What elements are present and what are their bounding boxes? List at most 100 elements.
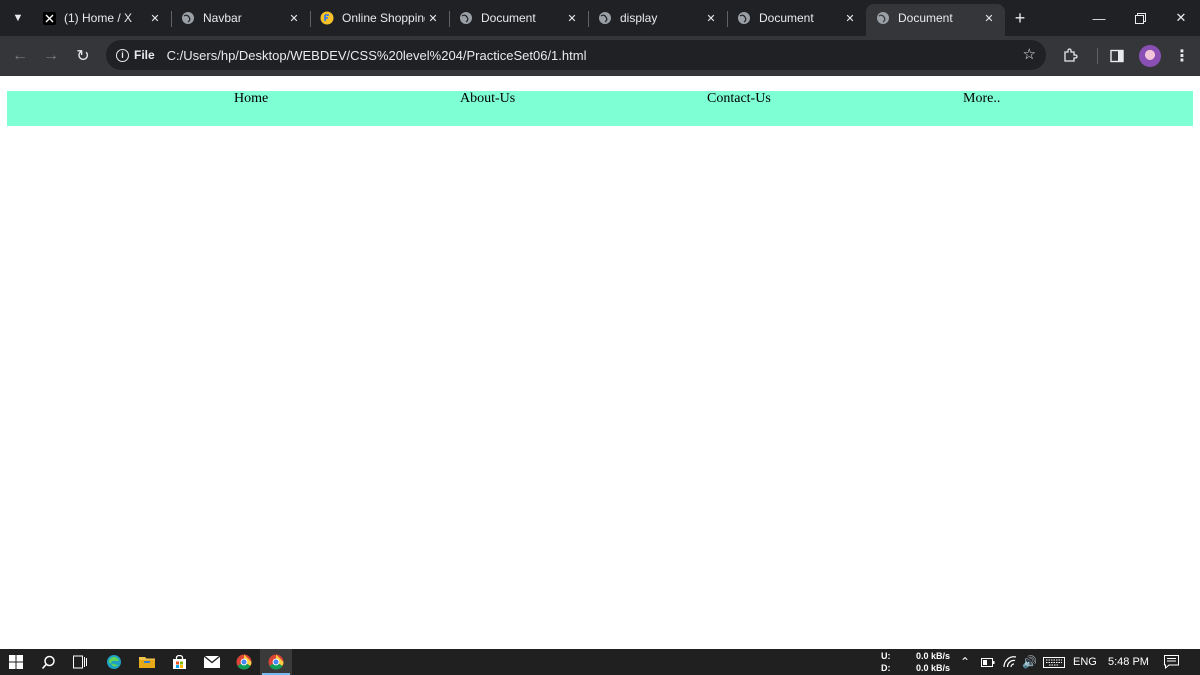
close-icon[interactable]: ✕ <box>842 10 858 26</box>
chevron-up-icon: ⌃ <box>960 655 971 669</box>
browser-tab[interactable]: Document ✕ <box>449 4 588 32</box>
close-icon[interactable]: ✕ <box>425 10 441 26</box>
chrome-icon <box>236 654 252 670</box>
browser-tab[interactable]: (1) Home / X ✕ <box>32 4 171 32</box>
minimize-icon: — <box>1092 10 1106 26</box>
windows-logo-icon <box>9 655 23 669</box>
menu-button[interactable]: ⋮ <box>1168 42 1196 70</box>
net-meter-labels: U: D: <box>881 650 891 674</box>
reload-icon: ↻ <box>76 48 90 65</box>
restore-button[interactable] <box>1117 0 1163 36</box>
windows-taskbar: U: D: 0.0 kB/s 0.0 kB/s ⌃ 🔊 ENG 5:48 PM <box>0 649 1200 675</box>
nav-link-about-us[interactable]: About-Us <box>460 91 515 107</box>
mail-taskbar-icon[interactable] <box>202 652 222 672</box>
back-button[interactable]: ← <box>6 42 34 70</box>
start-button[interactable] <box>6 652 26 672</box>
tab-title: Navbar <box>203 11 242 25</box>
flipkart-icon <box>320 11 334 25</box>
page-viewport: Home About-Us Contact-Us More.. <box>0 76 1200 649</box>
tab-strip: ▼ (1) Home / X ✕ Navbar ✕ Online Shoppin… <box>0 0 1200 36</box>
tab-title: Document <box>481 11 536 25</box>
clock[interactable]: 5:48 PM <box>1108 649 1149 675</box>
x-logo-icon <box>42 11 56 25</box>
side-panel-icon <box>1110 49 1124 63</box>
navbar: Home About-Us Contact-Us More.. <box>7 91 1193 126</box>
tab-search-button[interactable]: ▼ <box>6 6 30 30</box>
address-bar[interactable]: i File C:/Users/hp/Desktop/WEBDEV/CSS%20… <box>106 40 1046 70</box>
chrome-taskbar-icon-active[interactable] <box>266 652 286 672</box>
close-window-button[interactable]: ✕ <box>1158 0 1200 36</box>
close-icon: ✕ <box>1175 10 1187 25</box>
notifications-button[interactable] <box>1164 649 1179 675</box>
nav-link-more[interactable]: More.. <box>963 91 1000 107</box>
url-text[interactable]: C:/Users/hp/Desktop/WEBDEV/CSS%20level%2… <box>167 48 587 63</box>
tab-list: (1) Home / X ✕ Navbar ✕ Online Shopping … <box>32 4 1005 36</box>
toolbar-divider <box>1097 48 1098 64</box>
close-icon[interactable]: ✕ <box>981 10 997 26</box>
extensions-button[interactable] <box>1056 42 1084 70</box>
puzzle-icon <box>1064 48 1078 62</box>
tab-title: Online Shopping <box>342 11 425 25</box>
arrow-left-icon: ← <box>12 47 28 64</box>
kebab-menu-icon: ⋮ <box>1174 48 1190 65</box>
folder-icon <box>139 657 155 668</box>
wifi-tray-icon[interactable] <box>1003 649 1017 675</box>
net-down-label: D: <box>881 663 891 673</box>
search-icon <box>41 655 55 669</box>
edge-icon <box>107 655 121 669</box>
volume-tray-icon[interactable]: 🔊 <box>1022 649 1037 675</box>
globe-icon <box>876 11 890 25</box>
chrome-icon <box>268 654 284 670</box>
new-tab-button[interactable]: + <box>1008 6 1032 30</box>
globe-icon <box>737 11 751 25</box>
edge-taskbar-icon[interactable] <box>104 652 124 672</box>
bookmark-star-icon[interactable]: ☆ <box>1023 45 1036 63</box>
net-down-value: 0.0 kB/s <box>916 663 951 673</box>
reload-button[interactable]: ↻ <box>69 42 97 70</box>
battery-tray-icon[interactable] <box>981 649 995 675</box>
close-icon[interactable]: ✕ <box>703 10 719 26</box>
nav-link-home[interactable]: Home <box>234 91 268 107</box>
speaker-icon: 🔊 <box>1022 655 1037 669</box>
arrow-right-icon: → <box>43 47 59 64</box>
profile-avatar[interactable] <box>1139 45 1161 67</box>
site-chip-label: File <box>134 48 155 62</box>
chrome-taskbar-icon[interactable] <box>234 652 254 672</box>
search-button[interactable] <box>38 652 58 672</box>
browser-tab-active[interactable]: Document ✕ <box>866 4 1005 36</box>
browser-tab[interactable]: Document ✕ <box>727 4 866 32</box>
globe-icon <box>459 11 473 25</box>
tray-overflow-button[interactable]: ⌃ <box>960 649 970 675</box>
task-view-button[interactable] <box>70 652 90 672</box>
restore-icon <box>1134 12 1146 24</box>
side-panel-button[interactable] <box>1103 42 1131 70</box>
info-icon: i <box>116 48 129 62</box>
net-up-value: 0.0 kB/s <box>916 651 951 661</box>
language-indicator[interactable]: ENG <box>1073 649 1097 675</box>
site-info-chip[interactable]: i File <box>114 44 161 66</box>
browser-tab[interactable]: Online Shopping ✕ <box>310 4 449 32</box>
keyboard-tray-icon[interactable] <box>1043 649 1065 675</box>
tab-title: display <box>620 11 658 25</box>
store-bag-icon <box>172 654 186 669</box>
tab-title: (1) Home / X <box>64 11 133 25</box>
store-taskbar-icon[interactable] <box>169 652 189 672</box>
close-icon[interactable]: ✕ <box>286 10 302 26</box>
close-icon[interactable]: ✕ <box>564 10 580 26</box>
mail-icon <box>204 656 220 668</box>
net-meter-values: 0.0 kB/s 0.0 kB/s <box>916 650 950 674</box>
file-explorer-taskbar-icon[interactable] <box>137 652 157 672</box>
chevron-down-icon: ▼ <box>12 12 24 24</box>
battery-icon <box>981 657 995 667</box>
browser-tab[interactable]: display ✕ <box>588 4 727 32</box>
keyboard-icon <box>1043 656 1065 668</box>
plus-icon: + <box>1014 7 1026 28</box>
notification-icon <box>1164 655 1179 669</box>
task-view-icon <box>72 655 87 669</box>
close-icon[interactable]: ✕ <box>147 10 163 26</box>
browser-tab[interactable]: Navbar ✕ <box>171 4 310 32</box>
minimize-button[interactable]: — <box>1076 0 1122 36</box>
globe-icon <box>181 11 195 25</box>
forward-button[interactable]: → <box>37 42 65 70</box>
nav-link-contact-us[interactable]: Contact-Us <box>707 91 771 107</box>
